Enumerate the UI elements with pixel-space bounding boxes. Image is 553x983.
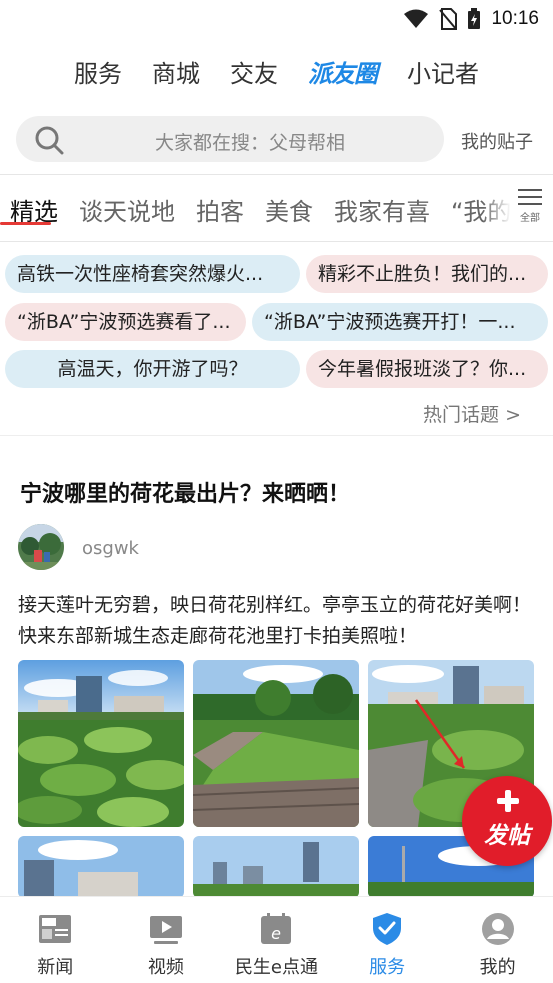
calendar-e-icon: e <box>261 913 292 944</box>
top-nav-young-reporter[interactable]: 小记者 <box>407 54 479 89</box>
top-nav-service[interactable]: 服务 <box>74 54 122 89</box>
svg-text:e: e <box>272 924 282 943</box>
bottom-nav-video[interactable]: 视频 <box>111 897 222 983</box>
divider <box>0 174 553 175</box>
post-photo[interactable] <box>193 660 359 827</box>
bottom-nav-label: 视频 <box>147 957 184 978</box>
user-icon <box>481 913 514 945</box>
top-nav-mall[interactable]: 商城 <box>152 54 200 89</box>
post-body: 接天莲叶无穷碧，映日荷花别样红。亭亭玉立的荷花好美啊！快来东部新城生态走廊荷花池… <box>18 594 532 647</box>
all-categories-button[interactable]: 全部 <box>515 184 545 232</box>
topic-chip[interactable]: 高铁一次性座椅套突然爆火... <box>5 255 300 293</box>
tab-chat[interactable]: 谈天说地 <box>79 192 175 227</box>
search-input[interactable]: 大家都在搜：父母帮相 <box>16 116 444 162</box>
post-photo[interactable] <box>18 660 184 827</box>
active-tab-indicator <box>0 222 51 225</box>
bottom-nav-news[interactable]: 新闻 <box>0 897 111 983</box>
top-nav-paiyouquan[interactable]: 派友圈 <box>308 54 378 89</box>
shield-icon <box>373 913 402 945</box>
no-sim-icon <box>439 8 458 30</box>
bottom-nav-label: 民生e点通 <box>234 957 319 978</box>
avatar[interactable] <box>18 524 64 570</box>
top-nav-friends[interactable]: 交友 <box>230 54 278 89</box>
topic-chip[interactable]: 今年暑假报班淡了？你... <box>306 350 548 388</box>
author-name[interactable]: osgwk <box>82 538 139 559</box>
section-separator <box>0 435 553 445</box>
plus-icon <box>497 790 519 812</box>
status-bar: 10:16 <box>0 0 553 40</box>
topic-chip[interactable]: 高温天，你开游了吗？ <box>5 350 300 388</box>
bottom-nav-label: 服务 <box>369 957 406 978</box>
topic-chip[interactable]: “浙BA”宁波预选赛看了... <box>5 303 246 341</box>
all-categories-label: 全部 <box>520 213 540 224</box>
bottom-nav-service[interactable]: 服务 <box>332 897 443 983</box>
tab-food[interactable]: 美食 <box>265 192 313 227</box>
search-placeholder: 大家都在搜：父母帮相 <box>154 132 345 154</box>
divider <box>0 241 553 242</box>
post-photo[interactable] <box>18 836 184 898</box>
tab-family-joy[interactable]: 我家有喜 <box>334 192 430 227</box>
status-time: 10:16 <box>491 8 539 29</box>
new-post-button[interactable]: 发帖 <box>462 776 552 866</box>
category-tabs: 精选 谈天说地 拍客 美食 我家有喜 “我的 全部 <box>0 176 553 240</box>
menu-icon <box>518 189 542 191</box>
bottom-nav-minsheng[interactable]: e 民生e点通 <box>221 897 332 983</box>
video-icon <box>149 916 182 944</box>
tab-photographer[interactable]: 拍客 <box>196 192 244 227</box>
my-posts-link[interactable]: 我的贴子 <box>461 128 533 154</box>
topic-chip[interactable]: “浙BA”宁波预选赛开打！一... <box>252 303 548 341</box>
bottom-nav: 新闻 视频 e 民生e点通 服务 我的 <box>0 896 553 983</box>
news-icon <box>39 915 72 943</box>
hot-topics-link[interactable]: 热门话题 > <box>423 400 521 427</box>
bottom-nav-mine[interactable]: 我的 <box>442 897 553 983</box>
top-nav: 服务 商城 交友 派友圈 小记者 <box>0 50 553 92</box>
bottom-nav-label: 新闻 <box>37 957 74 978</box>
topic-chip[interactable]: 精彩不止胜负！我们的... <box>306 255 548 293</box>
post-photo[interactable] <box>193 836 359 898</box>
status-icons: 10:16 <box>403 8 539 30</box>
search-row: 大家都在搜：父母帮相 我的贴子 <box>0 114 553 164</box>
post-title[interactable]: 宁波哪里的荷花最出片？来晒晒！ <box>20 476 350 508</box>
new-post-label: 发帖 <box>484 823 530 849</box>
battery-charging-icon <box>468 8 481 29</box>
wifi-icon <box>404 9 429 28</box>
bottom-nav-label: 我的 <box>479 957 516 978</box>
